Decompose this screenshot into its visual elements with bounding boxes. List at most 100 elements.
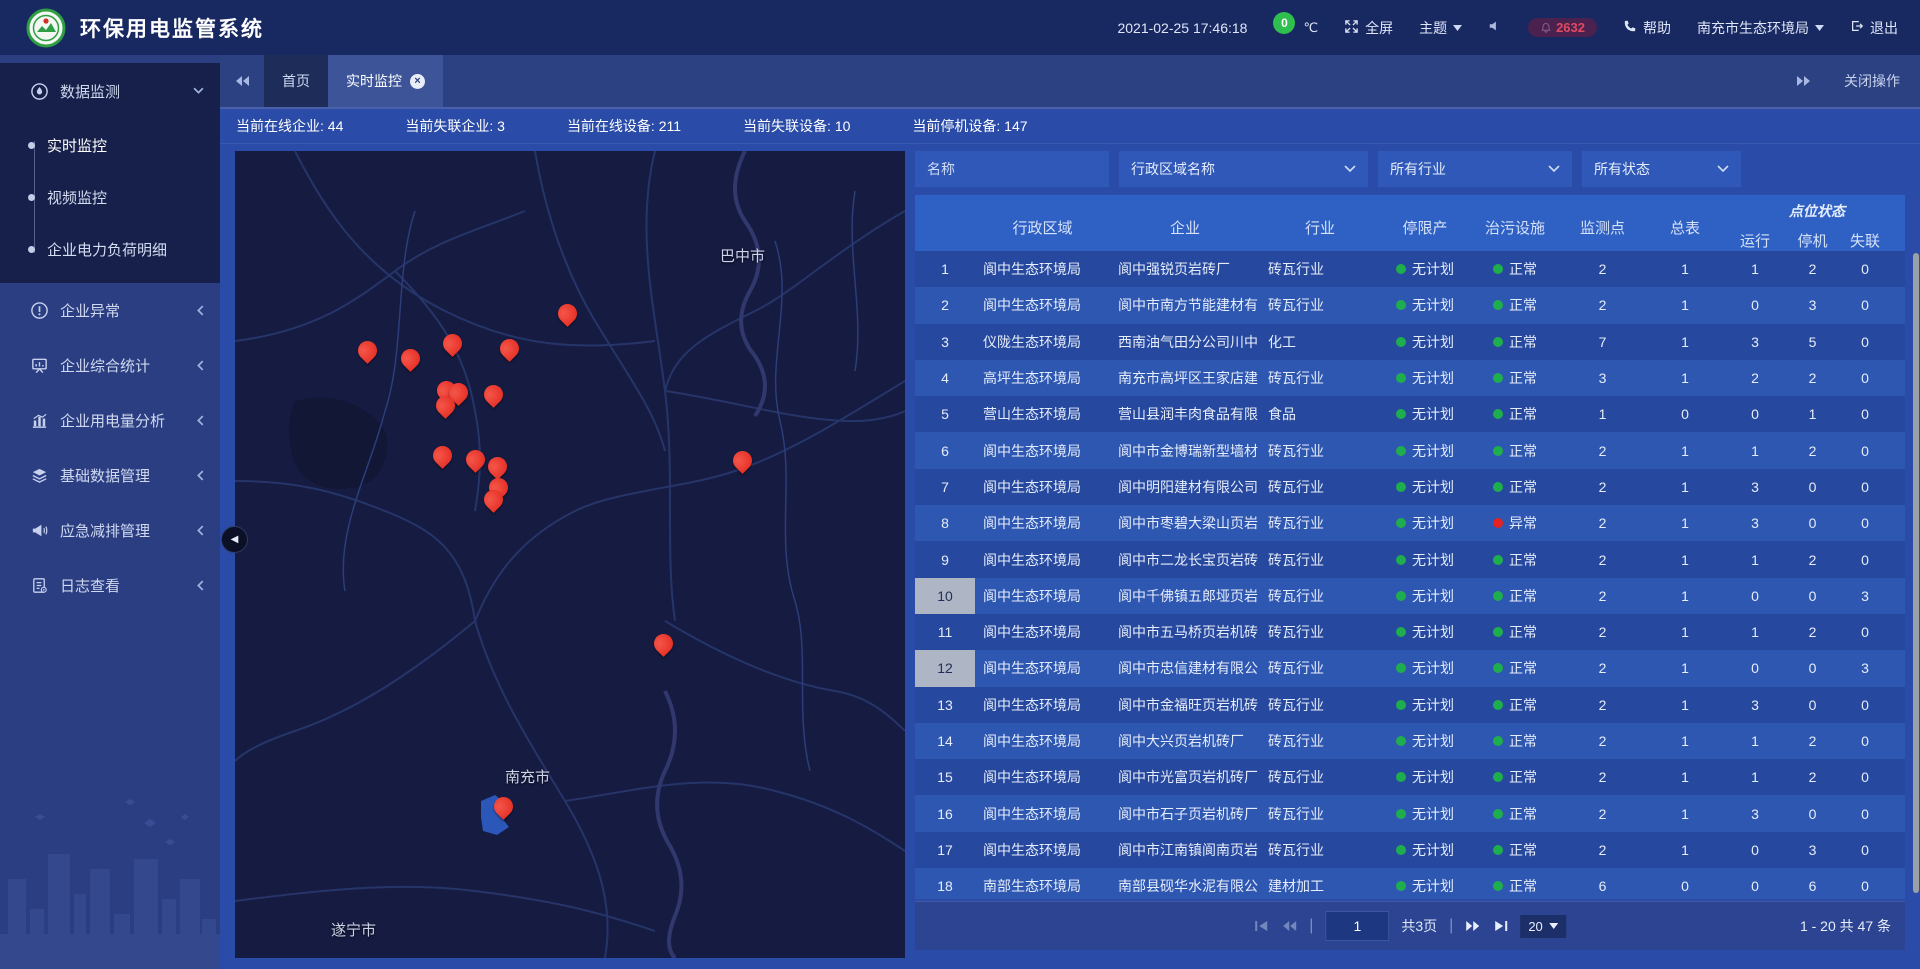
table-row[interactable]: 2阆中生态环境局阆中市南方节能建材有砖瓦行业无计划正常21030 xyxy=(915,287,1905,323)
map-panel[interactable]: 巴中市南充市遂宁市 xyxy=(235,151,905,958)
row-number: 15 xyxy=(915,759,975,795)
tabs-scroll-right-button[interactable] xyxy=(1782,75,1826,87)
logout-button[interactable]: 退出 xyxy=(1850,18,1898,38)
region-filter-select[interactable]: 行政区域名称 xyxy=(1119,151,1368,187)
table-row[interactable]: 3仪陇生态环境局西南油气田分公司川中化工无计划正常71350 xyxy=(915,324,1905,360)
exclamation-circle-icon xyxy=(30,301,50,320)
menu-block: 数据监测实时监控视频监控企业电力负荷明细 xyxy=(0,63,220,283)
cell-stop-status: 无计划 xyxy=(1380,505,1470,541)
tab-realtime-monitoring[interactable]: 实时监控 × xyxy=(328,55,443,107)
table-scrollbar[interactable] xyxy=(1913,253,1919,893)
cell-run: 0 xyxy=(1725,868,1785,899)
org-menu[interactable]: 南充市生态环境局 xyxy=(1697,18,1824,38)
sidebar-group-power-usage-analysis[interactable]: 企业用电量分析 xyxy=(0,393,220,448)
table-row[interactable]: 7阆中生态环境局阆中明阳建材有限公司砖瓦行业无计划正常21300 xyxy=(915,469,1905,505)
close-icon[interactable]: × xyxy=(410,74,425,89)
cell-stop-status: 无计划 xyxy=(1380,832,1470,868)
sidebar-group-enterprise-abnormal[interactable]: 企业异常 xyxy=(0,283,220,338)
cell-facility-status: 正常 xyxy=(1470,650,1560,686)
cell-region: 南部生态环境局 xyxy=(975,868,1110,899)
cell-industry: 砖瓦行业 xyxy=(1260,723,1380,759)
chevron-down-icon xyxy=(1344,165,1356,173)
cell-meters: 1 xyxy=(1645,287,1725,323)
first-page-button[interactable] xyxy=(1254,920,1269,932)
cell-lost: 0 xyxy=(1840,432,1890,468)
map-city-label: 巴中市 xyxy=(720,245,765,266)
pagination-bar: | 共3页 | 20 xyxy=(915,901,1905,950)
table: 行政区域 企业 行业 停限产 治污设施 监测点 总表 运行 停机 失联 点位状态 xyxy=(915,195,1905,899)
cell-stop-status: 无计划 xyxy=(1380,251,1470,287)
cell-run: 0 xyxy=(1725,832,1785,868)
cell-stop-status: 无计划 xyxy=(1380,541,1470,577)
page-size-select[interactable]: 20 xyxy=(1520,915,1565,938)
cell-industry: 砖瓦行业 xyxy=(1260,650,1380,686)
close-operations-button[interactable]: 关闭操作 xyxy=(1844,71,1900,91)
theme-menu[interactable]: 主题 xyxy=(1419,18,1462,38)
cell-halt: 2 xyxy=(1785,360,1840,396)
tab-home[interactable]: 首页 xyxy=(264,55,328,107)
table-row[interactable]: 9阆中生态环境局阆中市二龙长宝页岩砖砖瓦行业无计划正常21120 xyxy=(915,541,1905,577)
table-row[interactable]: 17阆中生态环境局阆中市江南镇阆南页岩砖瓦行业无计划正常21030 xyxy=(915,832,1905,868)
tab-bar: 首页 实时监控 × 关闭操作 xyxy=(220,55,1920,109)
row-number: 17 xyxy=(915,832,975,868)
chevron-down-icon xyxy=(1717,165,1729,173)
cell-region: 阆中生态环境局 xyxy=(975,505,1110,541)
table-row[interactable]: 15阆中生态环境局阆中市光富页岩机砖厂砖瓦行业无计划正常21120 xyxy=(915,759,1905,795)
status-filter-select[interactable]: 所有状态 xyxy=(1582,151,1741,187)
sidebar-item-realtime-monitoring[interactable]: 实时监控 xyxy=(0,119,220,171)
tabs-scroll-left-button[interactable] xyxy=(220,55,264,107)
chevron-left-icon xyxy=(196,470,204,481)
industry-filter-select[interactable]: 所有行业 xyxy=(1378,151,1572,187)
table-row[interactable]: 11阆中生态环境局阆中市五马桥页岩机砖砖瓦行业无计划正常21120 xyxy=(915,614,1905,650)
last-page-button[interactable] xyxy=(1493,920,1508,932)
cell-industry: 砖瓦行业 xyxy=(1260,432,1380,468)
sidebar-collapse-button[interactable]: ◀ xyxy=(221,526,248,553)
table-row[interactable]: 6阆中生态环境局阆中市金博瑞新型墙材砖瓦行业无计划正常21120 xyxy=(915,432,1905,468)
notification-badge[interactable]: 2632 xyxy=(1528,18,1597,37)
sidebar-group-base-data-management[interactable]: 基础数据管理 xyxy=(0,448,220,503)
table-row[interactable]: 14阆中生态环境局阆中大兴页岩机砖厂砖瓦行业无计划正常21120 xyxy=(915,723,1905,759)
table-row[interactable]: 4高坪生态环境局南充市高坪区王家店建砖瓦行业无计划正常31220 xyxy=(915,360,1905,396)
table-row[interactable]: 5营山生态环境局营山县润丰肉食品有限食品无计划正常10010 xyxy=(915,396,1905,432)
name-filter-input[interactable] xyxy=(915,151,1109,187)
industry-filter-value: 所有行业 xyxy=(1390,159,1446,179)
notification-count: 2632 xyxy=(1556,20,1585,35)
main-area: 数据监测实时监控视频监控企业电力负荷明细企业异常企业综合统计企业用电量分析基础数… xyxy=(0,55,1920,969)
cell-run: 3 xyxy=(1725,505,1785,541)
table-row[interactable]: 16阆中生态环境局阆中市石子页岩机砖厂砖瓦行业无计划正常21300 xyxy=(915,795,1905,831)
row-number: 2 xyxy=(915,287,975,323)
help-button[interactable]: 帮助 xyxy=(1623,18,1671,38)
table-row[interactable]: 18南部生态环境局南部县砚华水泥有限公建材加工无计划正常60060 xyxy=(915,868,1905,899)
cell-lost: 3 xyxy=(1840,650,1890,686)
sidebar-group-label: 应急减排管理 xyxy=(60,520,196,541)
sidebar-group-enterprise-stats[interactable]: 企业综合统计 xyxy=(0,338,220,393)
page-number-input[interactable] xyxy=(1325,911,1389,941)
next-page-button[interactable] xyxy=(1465,920,1481,932)
status-dot-icon xyxy=(1493,373,1503,383)
sidebar-group-data-monitoring[interactable]: 数据监测 xyxy=(0,63,220,119)
cell-run: 1 xyxy=(1725,723,1785,759)
app-root: 环保用电监管系统 2021-02-25 17:46:18 0 ℃ 全屏 主题 2… xyxy=(0,0,1920,969)
cell-run: 0 xyxy=(1725,650,1785,686)
sidebar-item-video-monitoring[interactable]: 视频监控 xyxy=(0,171,220,223)
map-roads xyxy=(235,151,905,958)
cell-points: 1 xyxy=(1560,396,1645,432)
sidebar-item-power-load-detail[interactable]: 企业电力负荷明细 xyxy=(0,223,220,275)
sidebar-group-emergency-reduction[interactable]: 应急减排管理 xyxy=(0,503,220,558)
cell-region: 阆中生态环境局 xyxy=(975,287,1110,323)
cell-facility-status: 正常 xyxy=(1470,360,1560,396)
row-number: 9 xyxy=(915,541,975,577)
prev-page-button[interactable] xyxy=(1281,920,1297,932)
status-dot-icon xyxy=(1493,663,1503,673)
table-row[interactable]: 10阆中生态环境局阆中千佛镇五郎垭页岩砖瓦行业无计划正常21003 xyxy=(915,578,1905,614)
table-row[interactable]: 12阆中生态环境局阆中市忠信建材有限公砖瓦行业无计划正常21003 xyxy=(915,650,1905,686)
row-number: 10 xyxy=(915,578,975,614)
fullscreen-button[interactable]: 全屏 xyxy=(1344,18,1393,38)
cell-lost: 0 xyxy=(1840,614,1890,650)
cell-region: 阆中生态环境局 xyxy=(975,832,1110,868)
table-row[interactable]: 13阆中生态环境局阆中市金福旺页岩机砖砖瓦行业无计划正常21300 xyxy=(915,687,1905,723)
table-row[interactable]: 8阆中生态环境局阆中市枣碧大梁山页岩砖瓦行业无计划异常21300 xyxy=(915,505,1905,541)
status-dot-icon xyxy=(1493,337,1503,347)
sidebar-group-log-view[interactable]: 日志查看 xyxy=(0,558,220,613)
mute-button[interactable] xyxy=(1488,19,1502,36)
